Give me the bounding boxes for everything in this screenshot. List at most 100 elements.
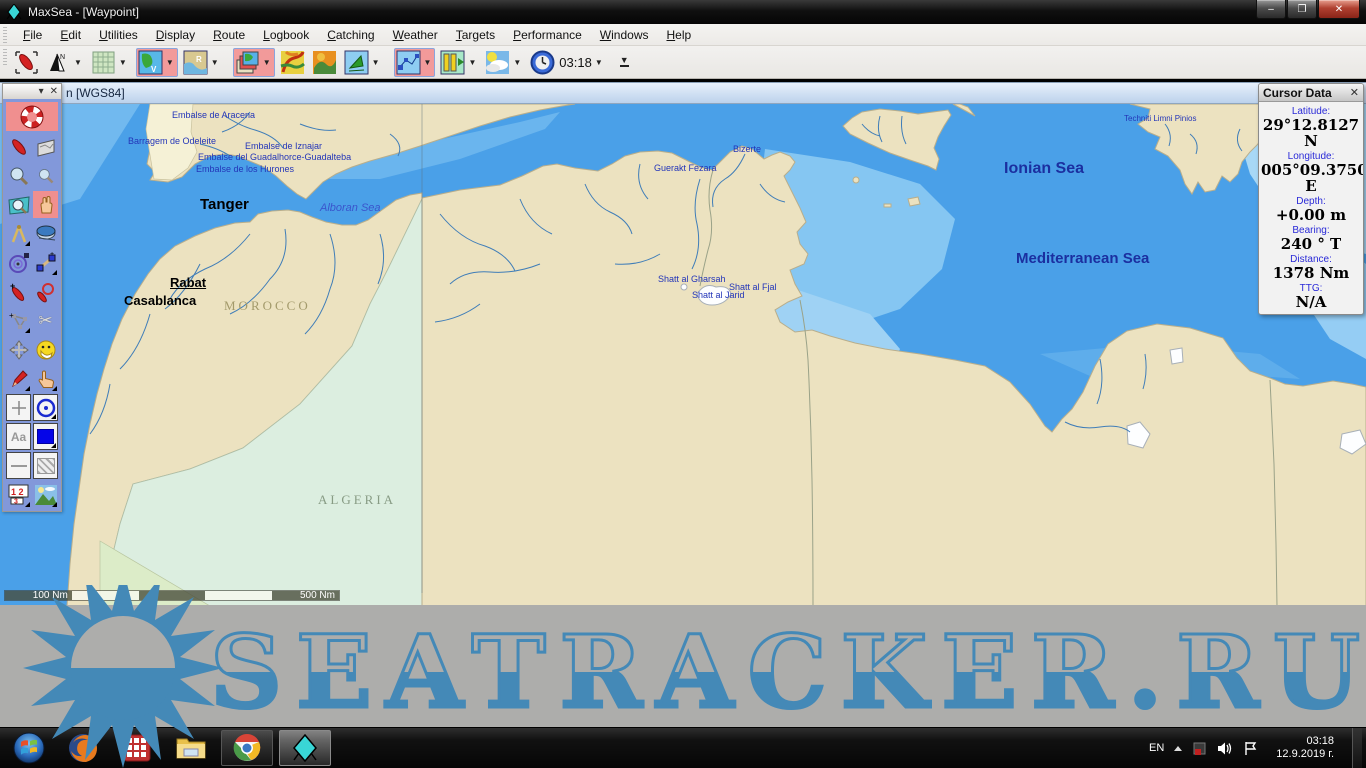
map-label-mediterranean-sea: Mediterranean Sea	[1016, 254, 1149, 264]
chart-layers-tool-active[interactable]: ▼	[233, 48, 275, 77]
raster-chart-tool[interactable]: R ▼	[183, 50, 221, 75]
toolbar-grip2	[3, 49, 7, 65]
dropdown-caret[interactable]: ▼	[372, 58, 380, 67]
color-swatch-button[interactable]	[33, 423, 58, 450]
clock[interactable]: 03:18 12.9.2019 г.	[1276, 735, 1334, 761]
weather-tool[interactable]: ▼	[485, 50, 523, 75]
dropdown-caret[interactable]: ▼	[424, 58, 432, 67]
menu-catching[interactable]: Catching	[318, 25, 383, 45]
grid-tool[interactable]: ▼	[91, 50, 129, 75]
close-button[interactable]: ✕	[1318, 0, 1360, 19]
chart-canvas[interactable]: Embalse de Aracena Barragem de Odeleite …	[0, 104, 1366, 606]
zoom-out-tool[interactable]	[33, 162, 58, 189]
dropdown-caret[interactable]: ▼	[74, 58, 82, 67]
tide-tool[interactable]: ▼	[440, 50, 478, 75]
crosshair-icon	[10, 399, 28, 417]
dropdown-caret[interactable]: ▼	[263, 58, 271, 67]
maxsea-taskbar-button[interactable]	[279, 730, 331, 766]
tray-expand-icon[interactable]	[1174, 746, 1182, 751]
menu-display[interactable]: Display	[147, 25, 204, 45]
dropdown-caret[interactable]: ▼	[211, 58, 219, 67]
scale-segment: 500 Nm	[272, 591, 339, 600]
map-label-reservoir: Embalse de Aracena	[172, 110, 255, 120]
measure-tool[interactable]	[33, 220, 58, 247]
action-center-flag-icon[interactable]	[1243, 741, 1258, 756]
dropdown-caret[interactable]: ▼	[468, 58, 476, 67]
dropdown-caret[interactable]: ▼	[119, 58, 127, 67]
topo-tool[interactable]	[280, 50, 305, 75]
show-desktop-button[interactable]	[1352, 728, 1362, 768]
grid-icon	[91, 50, 116, 75]
menu-help[interactable]: Help	[657, 25, 700, 45]
annotate-pencil-tool[interactable]	[6, 365, 31, 392]
clock-icon	[530, 50, 555, 75]
sst-map-icon	[312, 50, 337, 75]
crosshair-style-button[interactable]	[6, 394, 31, 421]
cursor-data-title: Cursor Data	[1263, 86, 1332, 100]
route-nodes-icon: +	[35, 252, 57, 274]
cut-tool[interactable]: ✂	[33, 307, 58, 334]
target-circles-icon	[8, 252, 30, 274]
menu-windows[interactable]: Windows	[591, 25, 658, 45]
menu-performance[interactable]: Performance	[504, 25, 591, 45]
cursor-data-titlebar: Cursor Data ✕	[1259, 84, 1363, 102]
route-create-tool[interactable]: +	[33, 249, 58, 276]
svg-text:+: +	[10, 281, 15, 291]
line-style-button[interactable]	[6, 452, 31, 479]
map-label-bizerte: Bizerte	[733, 144, 761, 154]
sst-tool[interactable]	[312, 50, 337, 75]
polygon-tool[interactable]: +	[6, 307, 31, 334]
time-tool[interactable]: 03:18 ▼	[530, 50, 604, 75]
menu-route[interactable]: Route	[204, 25, 254, 45]
north-tool[interactable]: N ▼	[46, 50, 84, 75]
photo-tool[interactable]	[33, 481, 58, 508]
text-style-button[interactable]: Aa	[6, 423, 31, 450]
mark-style-button[interactable]	[33, 394, 58, 421]
fill-pattern-button[interactable]	[33, 452, 58, 479]
menu-weather[interactable]: Weather	[384, 25, 447, 45]
red-pen-icon	[8, 136, 30, 158]
mob-lifering-tool[interactable]	[6, 102, 58, 131]
calendar-tool[interactable]: 1 2 3	[6, 481, 31, 508]
menu-edit[interactable]: Edit	[51, 25, 90, 45]
route-tool-active[interactable]: ▼	[394, 48, 436, 77]
menu-file[interactable]: File	[14, 25, 51, 45]
volume-icon[interactable]	[1217, 741, 1233, 756]
palette-close-icon[interactable]: ✕	[50, 86, 58, 97]
circle-mark-tool[interactable]	[33, 278, 58, 305]
target-tool[interactable]	[6, 249, 31, 276]
distance-value: 1378 Nm	[1261, 265, 1361, 281]
mark-create-tool[interactable]: +	[6, 278, 31, 305]
tray-app-icon[interactable]	[1192, 741, 1207, 756]
menu-logbook[interactable]: Logbook	[254, 25, 318, 45]
map-label-reservoir: Barragem de Odeleite	[128, 136, 216, 146]
cursor-data-panel: Cursor Data ✕ Latitude: 29°12.8127 N Lon…	[1258, 83, 1364, 315]
select-point-tool[interactable]	[33, 365, 58, 392]
pen-tool[interactable]	[6, 133, 31, 160]
current-arrow-icon	[344, 50, 369, 75]
move-tool[interactable]	[6, 336, 31, 363]
palette-menu-caret[interactable]: ▾	[39, 86, 44, 97]
current-tool[interactable]: ▼	[344, 50, 382, 75]
emoticon-tool[interactable]	[33, 336, 58, 363]
minimize-button[interactable]: –	[1256, 0, 1286, 19]
chart-sheet-icon	[35, 136, 57, 158]
latitude-value: 29°12.8127 N	[1261, 117, 1361, 149]
vector-chart-tool-active[interactable]: V ▼	[136, 48, 178, 77]
divider-tool[interactable]	[6, 220, 31, 247]
pan-tool-selected[interactable]	[33, 191, 58, 218]
menu-utilities[interactable]: Utilities	[90, 25, 147, 45]
dropdown-caret[interactable]: ▼	[166, 58, 174, 67]
dropdown-caret[interactable]: ▼	[595, 58, 603, 67]
cursor-data-close-icon[interactable]: ✕	[1350, 86, 1359, 99]
zoom-area-tool[interactable]	[6, 191, 31, 218]
language-indicator[interactable]: EN	[1149, 742, 1164, 754]
app-titlebar: MaxSea - [Waypoint] – ❐ ✕	[0, 0, 1366, 24]
zoom-in-tool[interactable]	[6, 162, 31, 189]
dropdown-caret[interactable]: ▼	[513, 58, 521, 67]
mob-tool[interactable]	[14, 50, 39, 75]
toolbar-overflow-caret[interactable]: ▼	[620, 57, 629, 67]
chart-print-tool[interactable]	[33, 133, 58, 160]
restore-button[interactable]: ❐	[1287, 0, 1317, 19]
menu-targets[interactable]: Targets	[447, 25, 504, 45]
